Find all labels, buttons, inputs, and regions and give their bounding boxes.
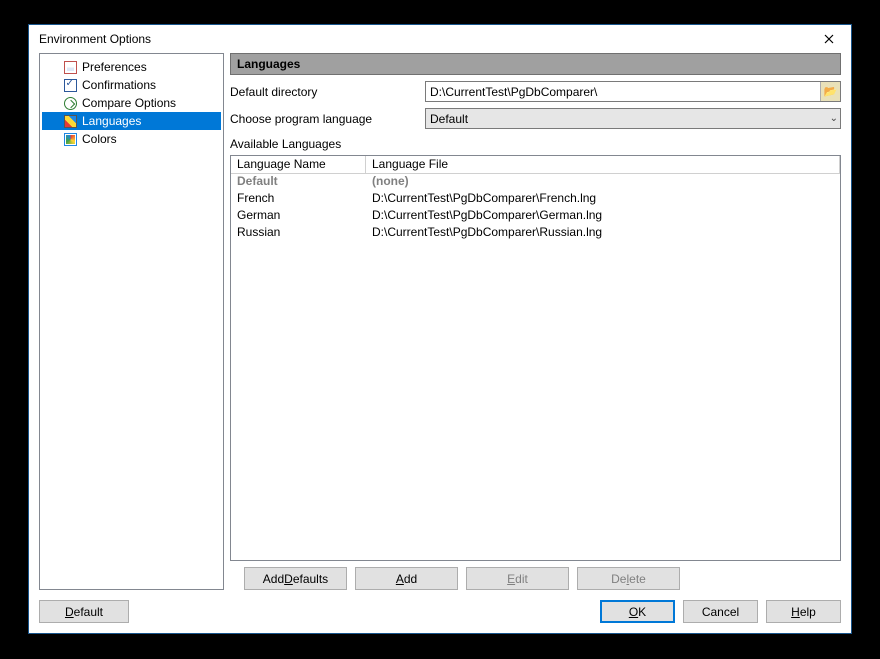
nav-item-languages[interactable]: Languages bbox=[42, 112, 221, 130]
folder-open-icon: 📂 bbox=[824, 85, 838, 98]
cancel-button[interactable]: Cancel bbox=[683, 600, 758, 623]
nav-item-label: Compare Options bbox=[62, 96, 176, 110]
add-defaults-button[interactable]: Add Defaults bbox=[244, 567, 347, 590]
close-button[interactable] bbox=[815, 29, 843, 49]
chevron-down-icon: ⌄ bbox=[830, 113, 838, 124]
confirmations-icon bbox=[62, 77, 78, 93]
window-title: Environment Options bbox=[39, 32, 151, 46]
choose-language-label: Choose program language bbox=[230, 112, 425, 126]
default-directory-label: Default directory bbox=[230, 85, 425, 99]
default-directory-input[interactable] bbox=[426, 85, 820, 99]
column-header-name[interactable]: Language Name bbox=[231, 156, 366, 173]
nav-item-compare-options[interactable]: Compare Options bbox=[42, 94, 221, 112]
languages-icon bbox=[62, 113, 78, 129]
help-button[interactable]: Help bbox=[766, 600, 841, 623]
compare-icon bbox=[62, 95, 78, 111]
dialog-window: Environment Options Preferences Confirma… bbox=[28, 24, 852, 634]
grid-header: Language Name Language File bbox=[231, 156, 840, 174]
cell-name: Default bbox=[231, 174, 366, 191]
cell-name: French bbox=[231, 191, 366, 208]
table-row[interactable]: Russian D:\CurrentTest\PgDbComparer\Russ… bbox=[231, 225, 840, 242]
nav-item-confirmations[interactable]: Confirmations bbox=[42, 76, 221, 94]
nav-item-colors[interactable]: Colors bbox=[42, 130, 221, 148]
dialog-button-bar: Default OK Cancel Help bbox=[39, 600, 841, 623]
content-area: Preferences Confirmations Compare Option… bbox=[29, 53, 851, 633]
cell-file: D:\CurrentTest\PgDbComparer\German.lng bbox=[366, 208, 840, 225]
default-directory-input-wrap: 📂 bbox=[425, 81, 841, 102]
choose-language-value: Default bbox=[430, 112, 468, 126]
titlebar: Environment Options bbox=[29, 25, 851, 53]
nav-tree: Preferences Confirmations Compare Option… bbox=[39, 53, 224, 590]
cell-file: D:\CurrentTest\PgDbComparer\Russian.lng bbox=[366, 225, 840, 242]
available-languages-label: Available Languages bbox=[230, 137, 841, 151]
add-button[interactable]: Add bbox=[355, 567, 458, 590]
column-header-file[interactable]: Language File bbox=[366, 156, 840, 173]
main-area: Preferences Confirmations Compare Option… bbox=[39, 53, 841, 590]
languages-grid: Language Name Language File Default (non… bbox=[230, 155, 841, 561]
cell-file: (none) bbox=[366, 174, 840, 191]
grid-button-row: Add Defaults Add Edit Delete bbox=[230, 567, 841, 590]
cell-name: Russian bbox=[231, 225, 366, 242]
delete-button: Delete bbox=[577, 567, 680, 590]
settings-panel: Languages Default directory 📂 Choose pro… bbox=[230, 53, 841, 590]
choose-language-dropdown[interactable]: Default ⌄ bbox=[425, 108, 841, 129]
preferences-icon bbox=[62, 59, 78, 75]
choose-language-row: Choose program language Default ⌄ bbox=[230, 108, 841, 129]
cell-name: German bbox=[231, 208, 366, 225]
table-row[interactable]: German D:\CurrentTest\PgDbComparer\Germa… bbox=[231, 208, 840, 225]
table-row[interactable]: French D:\CurrentTest\PgDbComparer\Frenc… bbox=[231, 191, 840, 208]
panel-header: Languages bbox=[230, 53, 841, 75]
table-row[interactable]: Default (none) bbox=[231, 174, 840, 191]
colors-icon bbox=[62, 131, 78, 147]
edit-button: Edit bbox=[466, 567, 569, 590]
dialog-buttons-right: OK Cancel Help bbox=[600, 600, 841, 623]
default-directory-row: Default directory 📂 bbox=[230, 81, 841, 102]
default-button[interactable]: Default bbox=[39, 600, 129, 623]
close-icon bbox=[824, 34, 834, 44]
ok-button[interactable]: OK bbox=[600, 600, 675, 623]
cell-file: D:\CurrentTest\PgDbComparer\French.lng bbox=[366, 191, 840, 208]
browse-directory-button[interactable]: 📂 bbox=[820, 82, 840, 101]
nav-item-preferences[interactable]: Preferences bbox=[42, 58, 221, 76]
